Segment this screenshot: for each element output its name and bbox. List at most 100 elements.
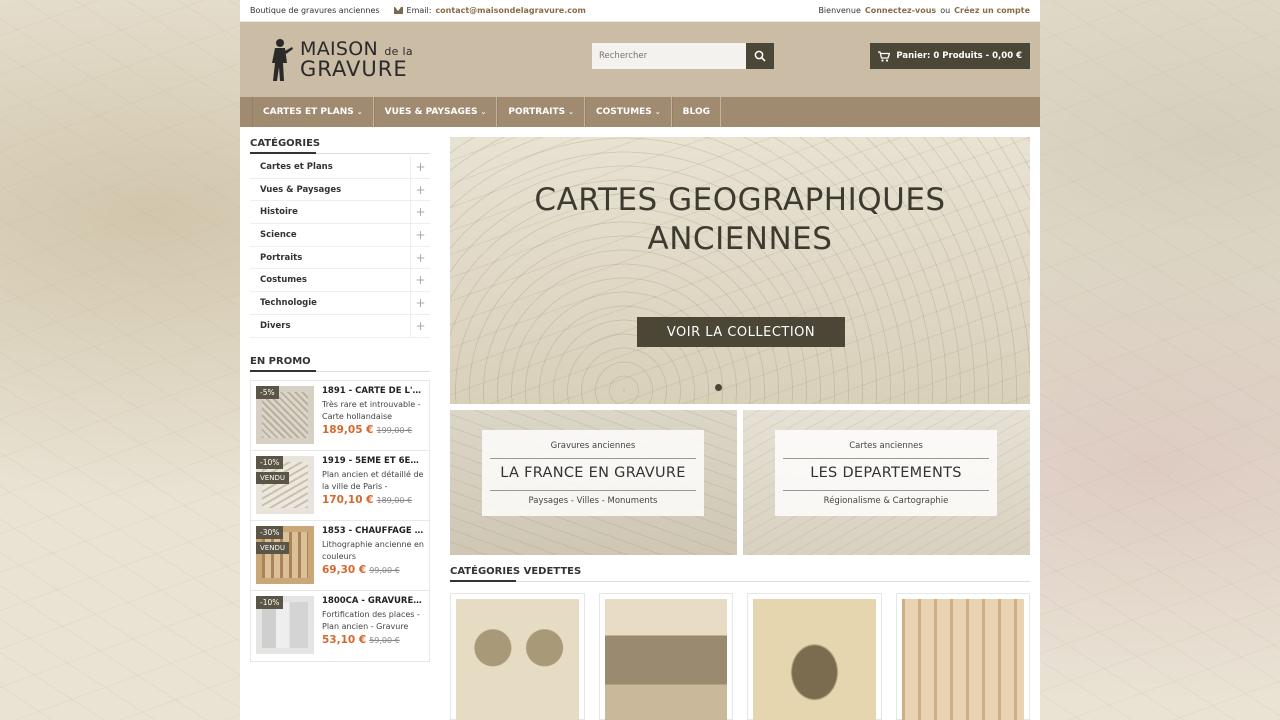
product-old-price: 199,00 €: [376, 425, 413, 435]
featured-card[interactable]: [598, 593, 733, 720]
nav-label: BLOG: [682, 107, 710, 117]
product-thumbnail[interactable]: -10%: [256, 595, 314, 654]
hero-slider[interactable]: CARTES GEOGRAPHIQUES ANCIENNES VOIR LA C…: [450, 137, 1030, 404]
nav-label: COSTUMES: [596, 107, 652, 117]
featured-image[interactable]: [604, 599, 727, 720]
product-thumbnail[interactable]: -30% VENDU: [256, 525, 314, 584]
cart-label: Panier: 0 Produits - 0,00 €: [896, 51, 1022, 61]
featured-image[interactable]: [456, 599, 579, 720]
featured-card[interactable]: [450, 593, 585, 720]
chevron-down-icon: ⌄: [480, 108, 487, 116]
banner-box: Cartes anciennes LES DEPARTEMENTS Région…: [775, 430, 997, 516]
banner-title: LA FRANCE EN GRAVURE: [490, 458, 696, 481]
left-sidebar: CATÉGORIES Cartes et Plans + Vues & Paysa…: [250, 138, 430, 662]
product-price: 170,10 €: [322, 493, 374, 506]
nav-blog[interactable]: BLOG: [671, 97, 721, 127]
expand-plus-icon[interactable]: +: [410, 269, 430, 292]
nav-costumes[interactable]: COSTUMES ⌄: [585, 97, 672, 127]
cart-button[interactable]: Panier: 0 Produits - 0,00 €: [870, 43, 1030, 69]
expand-plus-icon[interactable]: +: [410, 156, 430, 178]
product-price: 189,05 €: [322, 423, 374, 436]
login-link[interactable]: Connectez-vous: [865, 6, 936, 15]
product-old-price: 99,00 €: [369, 565, 400, 575]
featured-grid: [450, 593, 1030, 720]
or-text: ou: [940, 6, 951, 15]
main-nav: CARTES ET PLANS ⌄ VUES & PAYSAGES ⌄ PORTRA…: [240, 97, 1040, 127]
logo-text: MAISON de la GRAVURE: [300, 39, 413, 80]
promo-title: EN PROMO: [250, 356, 430, 372]
featured-image[interactable]: [753, 599, 876, 720]
search-button[interactable]: [746, 43, 774, 69]
expand-plus-icon[interactable]: +: [410, 246, 430, 269]
email-info: Email: contact@maisondelagravure.com: [393, 6, 586, 15]
promo-item[interactable]: -30% VENDU 1853 - CHAUFFAGE E... Lithogra…: [251, 521, 429, 591]
featured-card[interactable]: [747, 593, 882, 720]
banner-title: LES DEPARTEMENTS: [783, 458, 989, 481]
email-link[interactable]: contact@maisondelagravure.com: [435, 6, 585, 15]
category-label: Portraits: [260, 252, 303, 263]
banner-france-gravure[interactable]: Gravures anciennes LA FRANCE EN GRAVURE …: [450, 410, 737, 555]
category-label: Science: [260, 229, 297, 240]
chevron-down-icon: ⌄: [356, 108, 363, 116]
register-link[interactable]: Créez un compte: [954, 6, 1030, 15]
category-item[interactable]: Portraits +: [250, 246, 430, 270]
featured-card[interactable]: [895, 593, 1030, 720]
promo-item[interactable]: -10% VENDU 1919 - 5EME ET 6EME ... Plan a…: [251, 451, 429, 521]
product-name[interactable]: 1919 - 5EME ET 6EME ...: [322, 456, 424, 466]
promo-list: -5% 1891 - CARTE DE L'ÎLE ... Très rare …: [250, 379, 430, 662]
product-thumbnail[interactable]: -10% VENDU: [256, 455, 314, 514]
slider-dot[interactable]: [715, 384, 722, 391]
expand-plus-icon[interactable]: +: [410, 201, 430, 224]
featured-title: CATÉGORIES VEDETTES: [450, 566, 1030, 582]
search-bar: [592, 43, 774, 69]
product-thumbnail[interactable]: -5%: [256, 385, 314, 444]
product-name[interactable]: 1800CA - GRAVURE ...: [322, 596, 424, 606]
promo-item[interactable]: -5% 1891 - CARTE DE L'ÎLE ... Très rare …: [251, 381, 429, 451]
category-item[interactable]: Science +: [250, 224, 430, 247]
search-input[interactable]: [592, 43, 746, 69]
banner-departements[interactable]: Cartes anciennes LES DEPARTEMENTS Région…: [743, 410, 1030, 555]
chevron-down-icon: ⌄: [568, 108, 575, 116]
category-item[interactable]: Vues & Paysages +: [250, 178, 430, 202]
account-links: Bienvenue Connectez-vous ou Créez un com…: [818, 6, 1030, 15]
expand-plus-icon[interactable]: +: [410, 178, 430, 201]
category-label: Costumes: [260, 275, 307, 286]
category-label: Technologie: [260, 297, 317, 308]
header: MAISON de la GRAVURE Panier: 0 Produits …: [240, 22, 1040, 97]
expand-plus-icon[interactable]: +: [410, 314, 430, 337]
product-name[interactable]: 1853 - CHAUFFAGE E...: [322, 526, 424, 536]
category-item[interactable]: Cartes et Plans +: [250, 156, 430, 179]
category-label: Histoire: [260, 207, 298, 218]
category-item[interactable]: Technologie +: [250, 292, 430, 315]
category-item[interactable]: Costumes +: [250, 269, 430, 293]
expand-plus-icon[interactable]: +: [410, 224, 430, 246]
banner-subtitle: Gravures anciennes: [550, 441, 636, 451]
nav-portraits[interactable]: PORTRAITS ⌄: [497, 97, 586, 127]
nav-label: CARTES ET PLANS: [263, 107, 354, 117]
banner-box: Gravures anciennes LA FRANCE EN GRAVURE …: [482, 430, 704, 516]
cart-icon: [878, 50, 891, 62]
product-name[interactable]: 1891 - CARTE DE L'ÎLE ...: [322, 386, 424, 396]
nav-label: PORTRAITS: [508, 107, 566, 117]
categories-title: CATÉGORIES: [250, 138, 430, 154]
expand-plus-icon[interactable]: +: [410, 292, 430, 314]
engraver-figure-icon: [266, 37, 294, 83]
promo-item[interactable]: -10% 1800CA - GRAVURE ... Fortification …: [251, 591, 429, 661]
page-container: Boutique de gravures anciennes Email: co…: [240, 0, 1040, 720]
nav-cartes-et-plans[interactable]: CARTES ET PLANS ⌄: [252, 97, 374, 127]
discount-badge: -10%: [256, 455, 284, 469]
discount-badge: -10%: [256, 595, 284, 609]
nav-vues-paysages[interactable]: VUES & PAYSAGES ⌄: [373, 97, 498, 127]
category-label: Cartes et Plans: [260, 161, 333, 172]
view-collection-button[interactable]: VOIR LA COLLECTION: [637, 317, 845, 347]
featured-image[interactable]: [901, 599, 1024, 720]
site-logo[interactable]: MAISON de la GRAVURE: [266, 37, 413, 83]
category-label: Vues & Paysages: [260, 184, 342, 195]
category-item[interactable]: Histoire +: [250, 201, 430, 225]
category-item[interactable]: Divers +: [250, 314, 430, 338]
product-price: 53,10 €: [322, 633, 367, 646]
discount-badge: -5%: [256, 385, 279, 399]
discount-badge: -30%: [256, 525, 284, 539]
nav-label: VUES & PAYSAGES: [384, 107, 478, 117]
product-desc: Plan ancien et détaillé de la ville de P…: [322, 469, 424, 491]
